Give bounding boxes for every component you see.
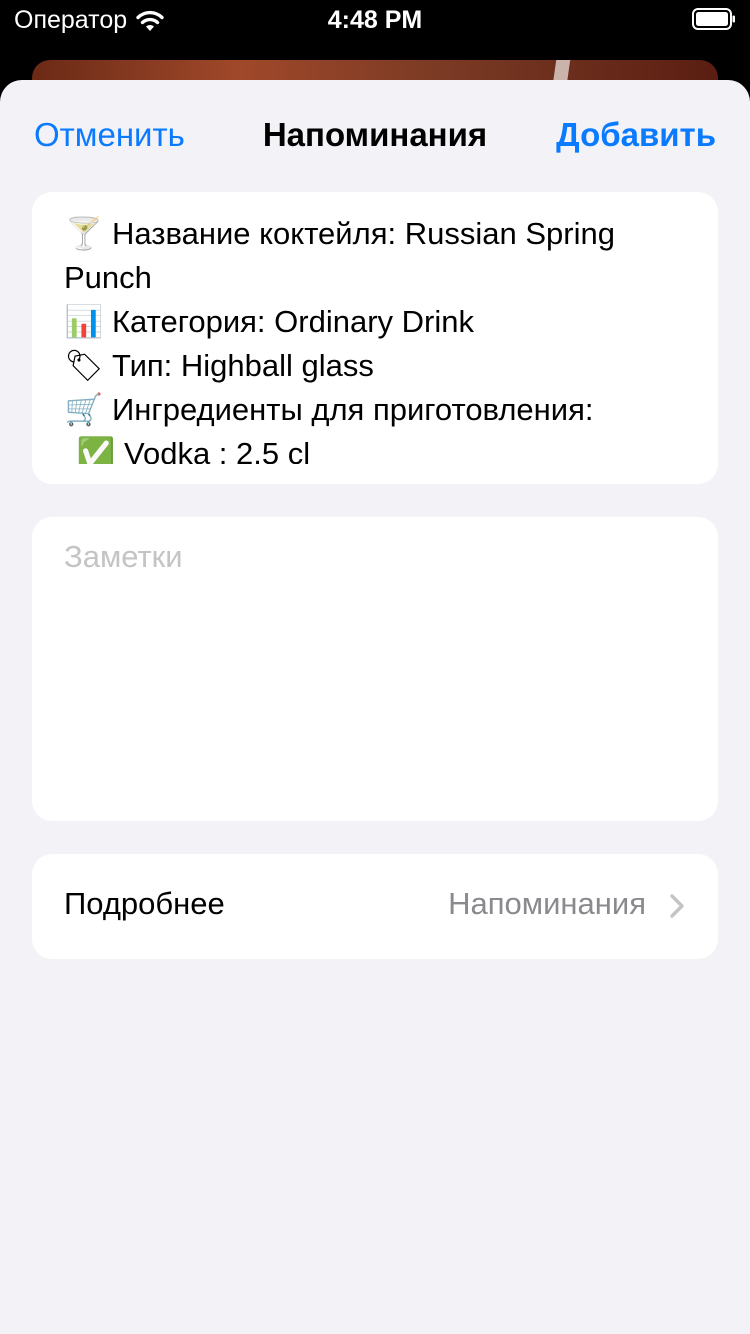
- cocktail-name-continuation: Punch: [64, 260, 152, 295]
- status-time: 4:48 PM: [327, 6, 423, 34]
- status-bar: Оператор 4:48 PM: [0, 0, 750, 40]
- ingredient-text: Vodka : 2.5 cl: [124, 436, 311, 464]
- battery-icon: [692, 8, 736, 30]
- navigation-bar: Отменить Напоминания Добавить: [0, 80, 750, 192]
- screen: Оператор 4:48 PM Отменить Напоминания До…: [0, 0, 750, 1334]
- category-text: Категория: Ordinary Drink: [112, 304, 474, 339]
- shopping-cart-icon: 🛒: [64, 392, 104, 427]
- details-label: Подробнее: [64, 886, 225, 921]
- ingredients-heading-text: Ингредиенты для приготовления:: [112, 392, 594, 427]
- content-line: 📊 Категория: Ordinary Drink: [64, 300, 694, 344]
- shared-content-text[interactable]: 🍸 Название коктейля: Russian Spring Punch…: [64, 212, 694, 464]
- bar-chart-icon: 📊: [64, 304, 104, 339]
- shared-content-card[interactable]: 🍸 Название коктейля: Russian Spring Punch…: [32, 192, 718, 484]
- content-line: Punch: [64, 256, 694, 300]
- check-mark-icon: ✅: [76, 436, 116, 464]
- details-value: Напоминания: [448, 886, 646, 921]
- content-line: 🛒 Ингредиенты для приготовления:: [64, 388, 694, 432]
- notes-card[interactable]: [32, 517, 718, 821]
- cocktail-glass-icon: 🍸: [64, 216, 104, 251]
- content-line: 🍸 Название коктейля: Russian Spring: [64, 212, 694, 256]
- glass-type-text: Тип: Highball glass: [112, 348, 374, 383]
- label-tag-icon: 🏷: [64, 348, 104, 383]
- notes-input[interactable]: [64, 539, 684, 799]
- details-row[interactable]: Подробнее Напоминания: [32, 854, 718, 959]
- reminder-sheet: Отменить Напоминания Добавить 🍸 Название …: [0, 80, 750, 1334]
- content-line: ✅ Vodka : 2.5 cl: [64, 432, 694, 464]
- chevron-right-icon: [668, 892, 686, 920]
- content-line: 🏷 Тип: Highball glass: [64, 344, 694, 388]
- add-button[interactable]: Добавить: [556, 116, 716, 154]
- cocktail-name-text: Название коктейля: Russian Spring: [112, 216, 615, 251]
